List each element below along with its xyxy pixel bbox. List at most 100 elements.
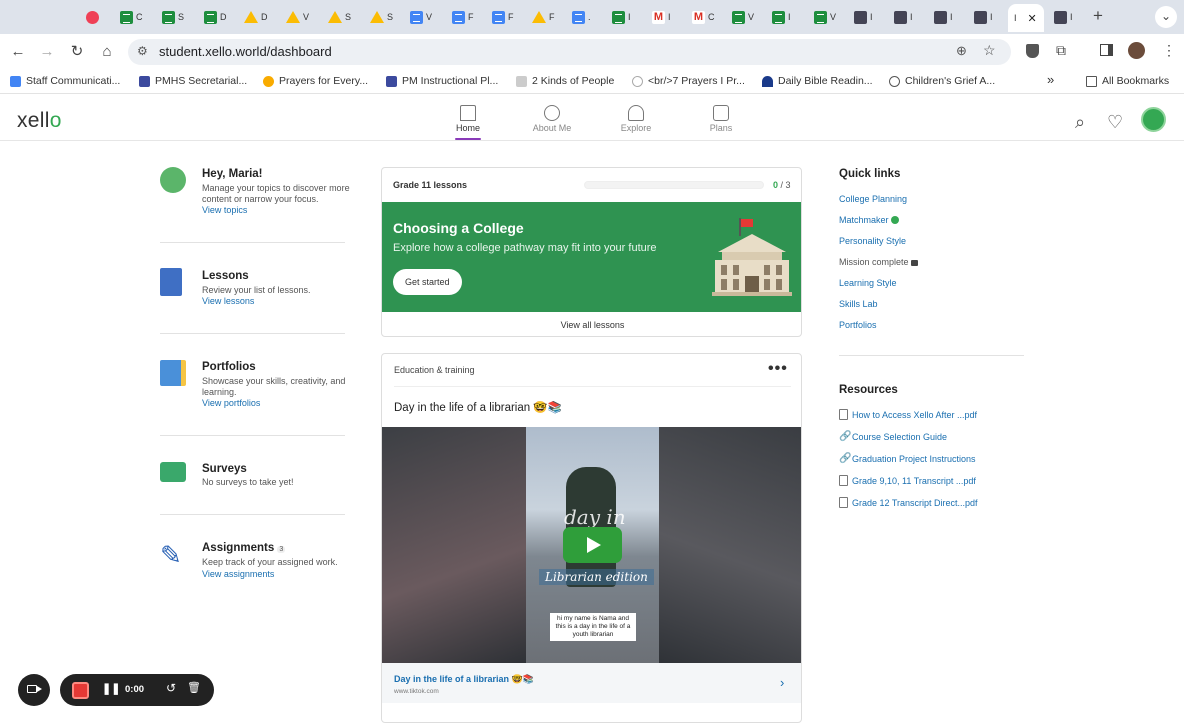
view-all-lessons-link[interactable]: View all lessons — [382, 320, 801, 330]
camera-toggle-button[interactable] — [18, 674, 50, 706]
app-header: xello Home About Me Explore Plans — [0, 95, 1184, 141]
quick-link-college-planning[interactable]: College Planning — [839, 194, 907, 204]
all-bookmarks-button[interactable]: All Bookmarks — [1086, 75, 1169, 87]
browser-tab[interactable]: D — [198, 6, 234, 28]
browser-tab[interactable]: I — [928, 6, 964, 28]
nav-home[interactable]: Home — [433, 105, 503, 140]
bookmark-item[interactable]: Children's Grief A... — [889, 75, 995, 87]
browser-tab[interactable]: D — [238, 6, 274, 28]
user-avatar[interactable] — [1141, 107, 1166, 132]
docs-icon — [410, 10, 423, 24]
browser-tab[interactable]: S — [156, 6, 192, 28]
view-portfolios-link[interactable]: View portfolios — [202, 398, 260, 408]
browser-tab[interactable]: V — [280, 6, 316, 28]
user-avatar-icon — [160, 167, 186, 193]
browser-tab[interactable]: F — [486, 6, 522, 28]
nav-explore[interactable]: Explore — [601, 105, 671, 133]
bookmark-item[interactable]: 2 Kinds of People — [516, 75, 614, 87]
pdf-icon — [839, 497, 848, 508]
browser-tab[interactable]: C — [114, 6, 150, 28]
back-icon[interactable]: ← — [8, 42, 28, 62]
video-player[interactable]: day in Librarian edition hi my name is N… — [382, 427, 801, 663]
browser-tab[interactable]: . — [566, 6, 602, 28]
reload-icon[interactable]: ↻ — [67, 42, 87, 62]
bookmark-item[interactable]: Daily Bible Readin... — [762, 75, 873, 87]
heart-icon[interactable]: ♡ — [1107, 112, 1123, 133]
browser-tab[interactable]: MI — [646, 6, 682, 28]
video-blur-left — [382, 427, 526, 663]
grade-lessons-label: Grade 11 lessons — [393, 180, 468, 190]
app-icon — [974, 10, 987, 24]
quick-link-portfolios[interactable]: Portfolios — [839, 320, 877, 330]
bookmark-item[interactable]: PM Instructional Pl... — [386, 75, 498, 87]
app-icon — [894, 10, 907, 24]
bookmark-item[interactable]: PMHS Secretarial... — [139, 75, 247, 87]
browser-tab[interactable]: S — [322, 6, 358, 28]
search-icon[interactable]: ⌕ — [1075, 112, 1085, 133]
bookmark-item[interactable]: Prayers for Every... — [263, 75, 368, 87]
new-tab-icon[interactable]: + — [1093, 6, 1103, 26]
nav-plans[interactable]: Plans — [686, 105, 756, 133]
chevron-right-icon[interactable]: › — [780, 675, 784, 690]
tab-search-icon[interactable]: ⌄ — [1155, 6, 1177, 28]
resource-link[interactable]: 🔗 Graduation Project Instructions — [839, 453, 976, 464]
browser-tab[interactable]: V — [404, 6, 440, 28]
play-button-icon[interactable] — [563, 527, 622, 563]
side-panel-icon[interactable] — [1100, 44, 1113, 56]
bookmark-item[interactable]: <br/>7 Prayers I Pr... — [632, 75, 745, 87]
url-text[interactable]: student.xello.world/dashboard — [159, 44, 332, 59]
browser-tab[interactable]: I — [1048, 6, 1084, 28]
view-lessons-link[interactable]: View lessons — [202, 296, 254, 306]
site-info-icon[interactable]: ⚙ — [137, 44, 148, 58]
nav-about-me[interactable]: About Me — [517, 105, 587, 133]
xello-logo[interactable]: xello — [17, 109, 62, 133]
browser-tab[interactable]: I — [968, 6, 1004, 28]
lesson-banner[interactable]: Choosing a College Explore how a college… — [382, 202, 801, 312]
divider — [160, 333, 345, 334]
browser-tab-active[interactable]: I ✕ — [1008, 4, 1044, 32]
bookmark-item[interactable]: Staff Communicati... — [10, 75, 120, 87]
extensions-icon[interactable]: ⧉ — [1056, 42, 1066, 59]
pause-icon[interactable]: ❚❚ — [102, 682, 120, 695]
bookmarks-overflow-icon[interactable]: » — [1047, 72, 1054, 87]
link-preview-title[interactable]: Day in the life of a librarian 🤓📚 — [394, 674, 534, 685]
resource-link[interactable]: Grade 12 Transcript Direct...pdf — [839, 497, 978, 508]
browser-tab[interactable] — [80, 6, 116, 28]
stop-recording-button[interactable] — [72, 682, 89, 699]
browser-tab[interactable]: V — [808, 6, 844, 28]
browser-tab[interactable]: I — [606, 6, 642, 28]
quick-link-matchmaker[interactable]: Matchmaker — [839, 215, 900, 225]
get-started-button[interactable]: Get started — [393, 269, 462, 295]
quick-link-learning-style[interactable]: Learning Style — [839, 278, 897, 288]
browser-tab[interactable]: F — [446, 6, 482, 28]
trash-icon[interactable]: 🗑 — [187, 681, 201, 694]
resource-link[interactable]: How to Access Xello After ...pdf — [839, 409, 977, 420]
view-topics-link[interactable]: View topics — [202, 205, 247, 215]
browser-tab[interactable]: V — [726, 6, 762, 28]
profile-avatar[interactable] — [1128, 42, 1145, 59]
resource-link[interactable]: 🔗 Course Selection Guide — [839, 431, 947, 442]
menu-kebab-icon[interactable]: ⋮ — [1162, 42, 1176, 59]
browser-tab[interactable]: S — [364, 6, 400, 28]
close-tab-icon[interactable]: ✕ — [1028, 12, 1037, 25]
view-assignments-link[interactable]: View assignments — [202, 569, 274, 579]
browser-tab[interactable]: I — [766, 6, 802, 28]
bookmark-star-icon[interactable]: ☆ — [983, 42, 996, 59]
forward-icon[interactable]: → — [37, 42, 57, 62]
browser-tab[interactable]: I — [848, 6, 884, 28]
restart-icon[interactable]: ↺ — [166, 681, 176, 695]
surveys-desc: No surveys to take yet! — [202, 477, 294, 487]
quick-link-skills-lab[interactable]: Skills Lab — [839, 299, 878, 309]
quick-link-personality-style[interactable]: Personality Style — [839, 236, 906, 246]
browser-tab[interactable]: I — [888, 6, 924, 28]
zoom-icon[interactable]: ⊕ — [956, 43, 967, 59]
lesson-banner-subtitle: Explore how a college pathway may fit in… — [393, 242, 657, 254]
browser-tab[interactable]: F — [526, 6, 562, 28]
browser-tab[interactable]: MC — [686, 6, 722, 28]
shield-extension-icon[interactable] — [1026, 44, 1039, 58]
home-icon[interactable]: ⌂ — [97, 42, 117, 62]
sheets-icon — [612, 10, 625, 24]
portfolios-title: Portfolios — [202, 361, 256, 373]
resource-link[interactable]: Grade 9,10, 11 Transcript ...pdf — [839, 475, 976, 486]
more-options-icon[interactable]: ••• — [768, 360, 788, 378]
